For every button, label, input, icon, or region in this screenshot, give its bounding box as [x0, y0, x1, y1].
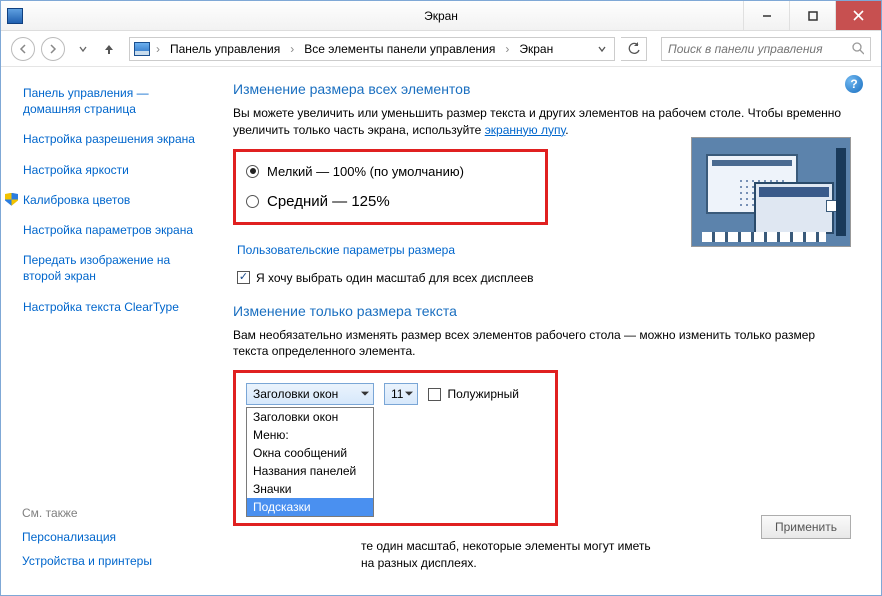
desc-resize-all: Вы можете увеличить или уменьшить размер…	[233, 105, 843, 139]
element-combo[interactable]: Заголовки окон	[246, 383, 374, 405]
breadcrumb-leaf[interactable]: Экран	[515, 42, 557, 56]
custom-size-link[interactable]: Пользовательские параметры размера	[237, 243, 455, 257]
dropdown-option[interactable]: Окна сообщений	[247, 444, 373, 462]
radio-small[interactable]: Мелкий — 100% (по умолчанию)	[246, 164, 535, 179]
note-line1: те один масштаб, некоторые элементы могу…	[361, 539, 651, 553]
search-input[interactable]	[668, 42, 852, 56]
see-also-title: См. также	[22, 506, 202, 520]
breadcrumb-root[interactable]: Панель управления	[166, 42, 284, 56]
breadcrumb-sep: ›	[503, 42, 511, 56]
scale-options-group: Мелкий — 100% (по умолчанию) Средний — 1…	[233, 149, 548, 225]
see-also-devices[interactable]: Устройства и принтеры	[22, 554, 202, 568]
bold-label: Полужирный	[447, 387, 519, 401]
main-panel: ? Изменение размера всех элементов Вы мо…	[211, 67, 881, 595]
one-scale-checkbox[interactable]: ✓ Я хочу выбрать один масштаб для всех д…	[237, 271, 859, 285]
refresh-button[interactable]	[621, 37, 647, 61]
sidebar-item-display-settings[interactable]: Настройка параметров экрана	[23, 222, 203, 238]
sidebar: Панель управления — домашняя страница На…	[1, 67, 211, 595]
display-icon	[7, 8, 23, 24]
dropdown-option[interactable]: Названия панелей	[247, 462, 373, 480]
apply-button[interactable]: Применить	[761, 515, 851, 539]
content-area: Панель управления — домашняя страница На…	[1, 67, 881, 595]
radio-icon	[246, 195, 259, 208]
sidebar-item-home[interactable]: Панель управления — домашняя страница	[23, 85, 203, 117]
breadcrumb-sep: ›	[154, 42, 162, 56]
titlebar: Экран	[1, 1, 881, 31]
radio-medium-label: Средний — 125%	[267, 193, 390, 210]
element-dropdown-list: Заголовки окон Меню: Окна сообщений Назв…	[246, 407, 374, 517]
checkbox-icon	[428, 388, 441, 401]
desc-text-only: Вам необязательно изменять размер всех э…	[233, 327, 843, 361]
window-title: Экран	[424, 9, 458, 23]
magnifier-link[interactable]: экранную лупу	[485, 123, 566, 137]
radio-icon	[246, 165, 259, 178]
back-button[interactable]	[11, 37, 35, 61]
note-text: те один масштаб, некоторые элементы могу…	[233, 538, 833, 572]
up-button[interactable]	[101, 41, 117, 57]
apply-label: Применить	[775, 520, 837, 534]
maximize-button[interactable]	[789, 1, 835, 30]
fontsize-combo[interactable]: 11	[384, 383, 418, 405]
note-line2: на разных дисплеях.	[361, 556, 477, 570]
navbar: › Панель управления › Все элементы панел…	[1, 31, 881, 67]
forward-button[interactable]	[41, 37, 65, 61]
help-icon[interactable]: ?	[845, 75, 863, 93]
dropdown-option-selected[interactable]: Подсказки	[247, 498, 373, 516]
preview-illustration	[691, 137, 851, 247]
text-size-group: Заголовки окон 11 Полужирный Заголовки о…	[233, 370, 558, 526]
address-dropdown[interactable]	[594, 42, 610, 56]
window-buttons	[743, 1, 881, 30]
checkbox-icon: ✓	[237, 271, 250, 284]
fontsize-value: 11	[391, 387, 403, 401]
dropdown-option[interactable]: Значки	[247, 480, 373, 498]
element-combo-value: Заголовки окон	[253, 387, 338, 401]
heading-text-only: Изменение только размера текста	[233, 303, 859, 319]
one-scale-label: Я хочу выбрать один масштаб для всех дис…	[256, 271, 534, 285]
address-bar[interactable]: › Панель управления › Все элементы панел…	[129, 37, 615, 61]
recent-dropdown[interactable]	[75, 41, 91, 57]
bold-checkbox[interactable]: Полужирный	[428, 387, 519, 401]
breadcrumb-mid[interactable]: Все элементы панели управления	[300, 42, 499, 56]
close-button[interactable]	[835, 1, 881, 30]
radio-medium[interactable]: Средний — 125%	[246, 193, 535, 210]
control-panel-icon	[134, 42, 150, 56]
search-box[interactable]	[661, 37, 871, 61]
sidebar-item-project[interactable]: Передать изображение на второй экран	[23, 252, 203, 284]
see-also: См. также Персонализация Устройства и пр…	[22, 506, 202, 578]
dropdown-option[interactable]: Заголовки окон	[247, 408, 373, 426]
sidebar-item-brightness[interactable]: Настройка яркости	[23, 162, 203, 178]
search-icon	[852, 42, 864, 55]
radio-small-label: Мелкий — 100% (по умолчанию)	[267, 164, 464, 179]
see-also-personalization[interactable]: Персонализация	[22, 530, 202, 544]
breadcrumb-sep: ›	[288, 42, 296, 56]
sidebar-item-cleartype[interactable]: Настройка текста ClearType	[23, 299, 203, 315]
sidebar-item-resolution[interactable]: Настройка разрешения экрана	[23, 131, 203, 147]
heading-resize-all: Изменение размера всех элементов	[233, 81, 859, 97]
minimize-button[interactable]	[743, 1, 789, 30]
dropdown-option[interactable]: Меню:	[247, 426, 373, 444]
sidebar-item-calibrate[interactable]: Калибровка цветов	[23, 192, 203, 208]
